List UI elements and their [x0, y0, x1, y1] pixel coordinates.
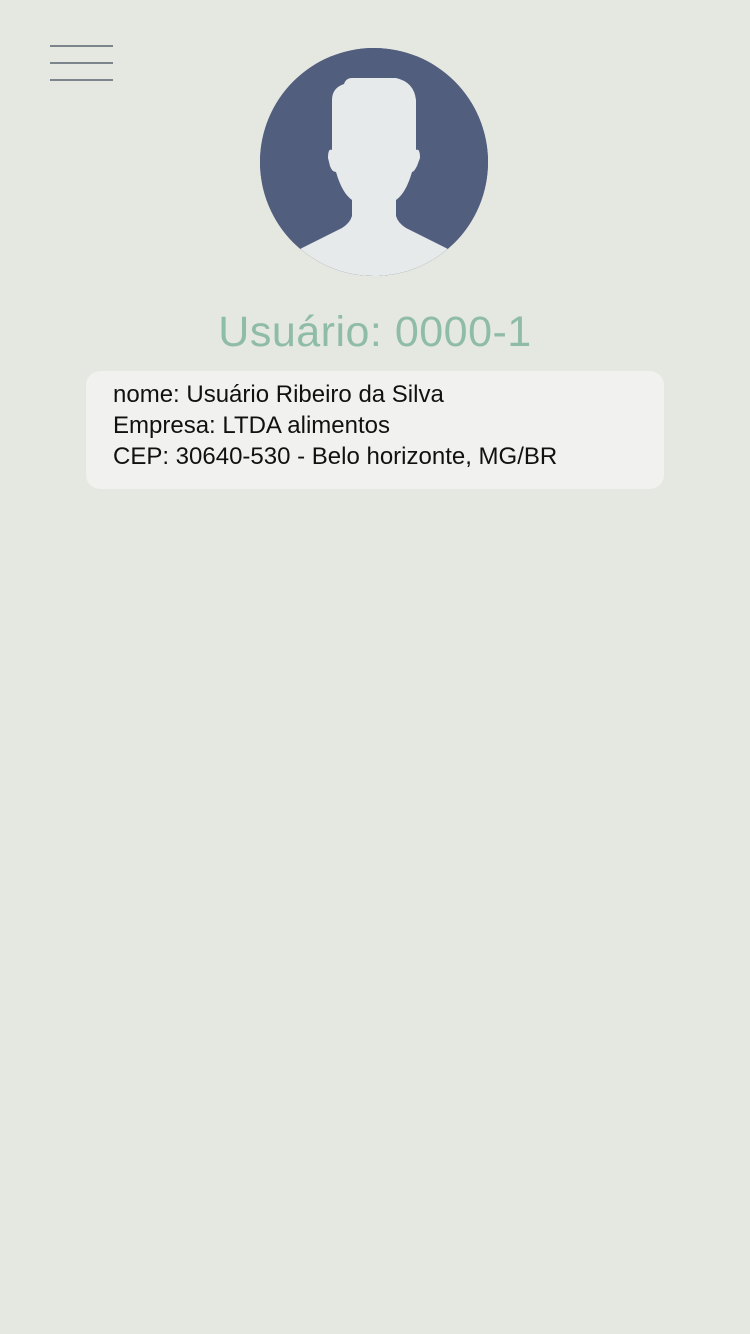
- user-avatar[interactable]: [260, 48, 488, 276]
- user-name-text: nome: Usuário Ribeiro da Silva: [113, 381, 444, 408]
- company-text: Empresa: LTDA alimentos: [113, 412, 390, 439]
- menu-line: [50, 62, 113, 64]
- menu-line: [50, 45, 113, 47]
- default-user-avatar-icon: [260, 48, 488, 276]
- hamburger-menu-icon[interactable]: [50, 44, 113, 82]
- user-info-card: nome: Usuário Ribeiro da Silva Empresa: …: [86, 371, 664, 489]
- menu-line: [50, 79, 113, 81]
- user-id-title: Usuário: 0000-1: [218, 308, 532, 356]
- address-text: CEP: 30640-530 - Belo horizonte, MG/BR: [113, 443, 558, 470]
